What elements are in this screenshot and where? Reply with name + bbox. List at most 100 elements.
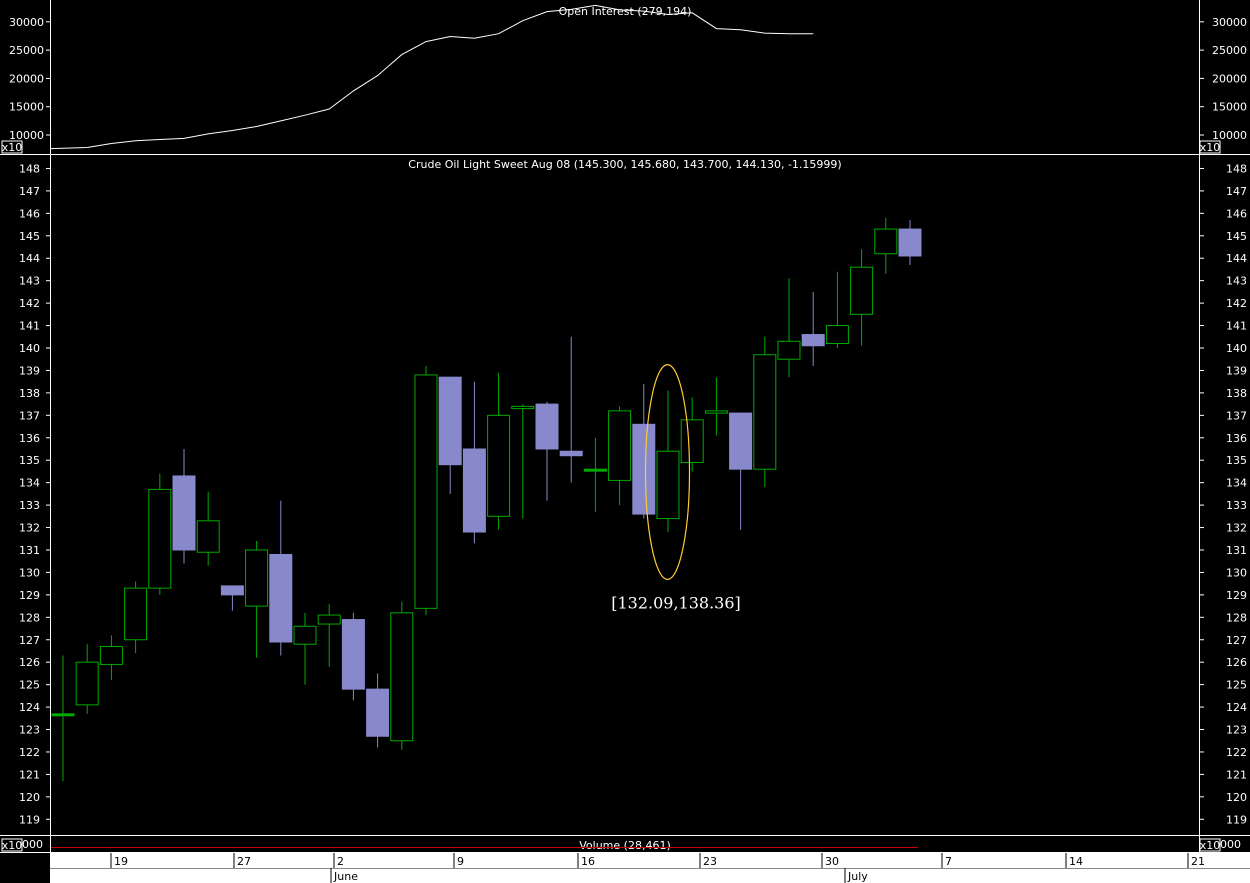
svg-text:x10: x10 [2,141,23,154]
price-ytick-left: 148 [19,162,40,175]
x-tick-label: 14 [1069,855,1083,868]
volume-ytick-right: 000 [1220,838,1241,851]
candle-body [341,619,365,690]
volume-title: Volume (28,461) [579,839,670,852]
price-ytick-right: 137 [1226,409,1247,422]
open-interest-title: Open Interest (279,194) [559,5,692,18]
price-ytick-left: 119 [19,813,40,826]
candle-body [51,713,75,717]
price-ytick-right: 139 [1226,364,1247,377]
candle-body [414,374,438,609]
price-ytick-right: 128 [1226,611,1247,624]
price-ytick-left: 124 [19,701,40,714]
price-ytick-right: 122 [1226,746,1247,759]
price-ytick-left: 145 [19,230,40,243]
price-ytick-right: 133 [1226,499,1247,512]
price-ytick-left: 128 [19,611,40,624]
candle-body [220,585,244,596]
x-tick-label: 21 [1191,855,1205,868]
price-ytick-right: 124 [1226,701,1247,714]
candle-body [777,340,801,360]
price-ytick-left: 141 [19,320,40,333]
candle-body [462,448,486,533]
candle-body [753,354,777,470]
price-ytick-left: 130 [19,566,40,579]
price-ytick-left: 133 [19,499,40,512]
price-ytick-right: 138 [1226,387,1247,400]
oi-ytick-left: 25000 [9,44,44,57]
price-ytick-right: 135 [1226,454,1247,467]
svg-text:x10: x10 [2,839,23,852]
candle-body [559,450,583,457]
price-ytick-left: 144 [19,252,40,265]
candle [148,473,172,595]
oi-ytick-left: 15000 [9,101,44,114]
price-ytick-right: 126 [1226,656,1247,669]
price-ytick-right: 123 [1226,724,1247,737]
x-tick-label: 2 [337,855,344,868]
price-ytick-right: 130 [1226,566,1247,579]
oi-ytick-left: 10000 [9,129,44,142]
price-ytick-left: 136 [19,432,40,445]
candle-body [390,612,414,742]
candle-body [656,450,680,520]
price-ytick-left: 146 [19,207,40,220]
candle-body [196,520,220,553]
price-ytick-right: 141 [1226,320,1247,333]
volume-scale-badge: x10 [1,838,23,852]
candle-body [608,410,632,481]
oi-ytick-right: 10000 [1212,129,1247,142]
candle-body [898,228,922,257]
price-ytick-left: 121 [19,768,40,781]
price-ytick-right: 147 [1226,185,1247,198]
price-ytick-right: 119 [1226,813,1247,826]
candle-body [438,376,462,466]
svg-text:x10: x10 [1200,839,1221,852]
oi-scale-badge-left: x10 [1,140,23,154]
price-ytick-right: 131 [1226,544,1247,557]
oi-ytick-left: 20000 [9,72,44,85]
x-tick-label: 23 [703,855,717,868]
candle-body [704,410,728,414]
price-ytick-right: 146 [1226,207,1247,220]
x-tick-label: 16 [581,855,595,868]
x-tick-label: 7 [945,855,952,868]
candle-body [245,549,269,607]
oi-ytick-right: 30000 [1212,16,1247,29]
price-ytick-right: 127 [1226,634,1247,647]
price-ytick-left: 143 [19,275,40,288]
candle-body [366,688,390,737]
annotation-label: [132.09,138.36] [611,593,741,612]
price-ytick-left: 126 [19,656,40,669]
price-ytick-left: 139 [19,364,40,377]
volume-scale-badge-right: x10 [1199,838,1221,852]
x-tick-label: 9 [457,855,464,868]
price-ytick-left: 140 [19,342,40,355]
crude-oil-chart: x10 x10 Open Interest (279,194) Crude Oi… [0,0,1250,883]
svg-text:x10: x10 [1200,141,1221,154]
price-ytick-left: 135 [19,454,40,467]
candle-body [124,587,148,641]
month-label: July [847,870,868,883]
candle-body [172,475,196,551]
price-ytick-left: 127 [19,634,40,647]
candle-body [729,412,753,470]
price-ytick-left: 147 [19,185,40,198]
x-tick-label: 27 [237,855,251,868]
candle [414,365,438,616]
candle-body [293,625,317,645]
oi-ytick-right: 20000 [1212,72,1247,85]
candle-body [535,403,559,450]
price-ytick-left: 138 [19,387,40,400]
price-ytick-left: 122 [19,746,40,759]
oi-scale-badge-right: x10 [1199,140,1221,154]
price-ytick-right: 144 [1226,252,1247,265]
candle-body [825,325,849,345]
candle-body [317,614,341,625]
price-ytick-right: 148 [1226,162,1247,175]
price-ytick-left: 125 [19,679,40,692]
price-ytick-right: 142 [1226,297,1247,310]
candle [753,336,777,488]
price-ytick-left: 137 [19,409,40,422]
price-ytick-right: 143 [1226,275,1247,288]
